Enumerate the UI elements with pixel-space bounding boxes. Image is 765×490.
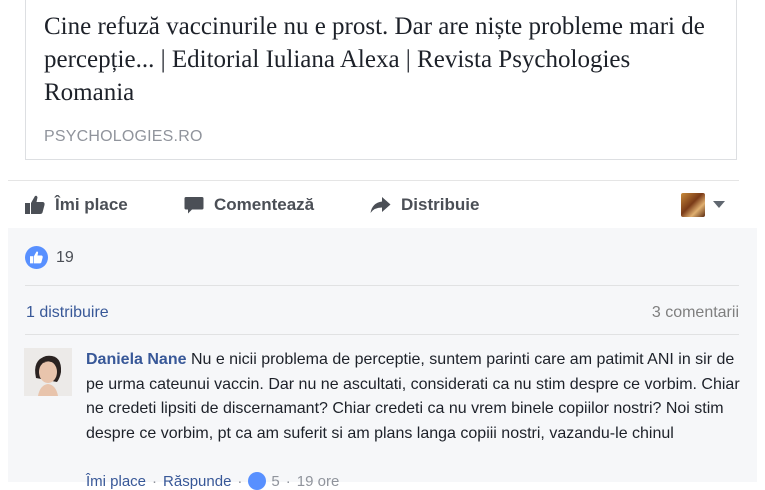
shares-link[interactable]: 1 distribuire	[26, 304, 109, 322]
divider	[25, 285, 739, 286]
reaction-summary[interactable]: 19	[25, 246, 74, 269]
share-button-label: Distribuie	[401, 195, 480, 214]
share-arrow-icon	[370, 197, 391, 213]
like-reaction-icon	[248, 472, 267, 490]
comment-button-label: Comentează	[214, 195, 315, 214]
feedback-section: 19 1 distribuire 3 comentarii Daniela Na…	[8, 228, 757, 490]
separator: ·	[152, 472, 158, 490]
post-action-bar: Îmi place Comentează Distribuie	[8, 180, 739, 229]
like-count: 19	[56, 248, 74, 266]
comment-button[interactable]: Comentează	[184, 194, 314, 216]
separator: ·	[285, 472, 291, 490]
comment-reaction-count[interactable]: 5	[271, 473, 279, 490]
avatar	[681, 193, 705, 217]
comment-reply-link[interactable]: Răspunde	[163, 473, 231, 490]
audience-selector[interactable]	[681, 193, 725, 217]
like-button[interactable]: Îmi place	[25, 194, 128, 216]
comments-count-link[interactable]: 3 comentarii	[652, 304, 739, 322]
share-button[interactable]: Distribuie	[370, 194, 479, 216]
like-button-label: Îmi place	[55, 195, 128, 214]
chevron-down-icon	[713, 201, 725, 208]
link-preview-domain: PSYCHOLOGIES.RO	[44, 128, 203, 145]
like-reaction-icon	[25, 246, 48, 269]
speech-bubble-icon	[184, 197, 204, 214]
comment-author[interactable]: Daniela Nane	[86, 351, 186, 368]
comment-like-link[interactable]: Îmi place	[86, 473, 146, 490]
comment-actions: Îmi place · Răspunde · 5 · 19 ore	[86, 472, 339, 490]
comment-body: Daniela Nane Nu e nicii problema de perc…	[86, 348, 746, 446]
comment-timestamp[interactable]: 19 ore	[297, 473, 340, 490]
avatar[interactable]	[24, 348, 72, 396]
thumbs-up-icon	[25, 195, 45, 214]
divider	[25, 334, 739, 335]
separator: ·	[237, 472, 243, 490]
link-preview-card[interactable]: Cine refuză vaccinurile nu e prost. Dar …	[25, 0, 737, 160]
link-preview-title[interactable]: Cine refuză vaccinurile nu e prost. Dar …	[44, 10, 724, 109]
